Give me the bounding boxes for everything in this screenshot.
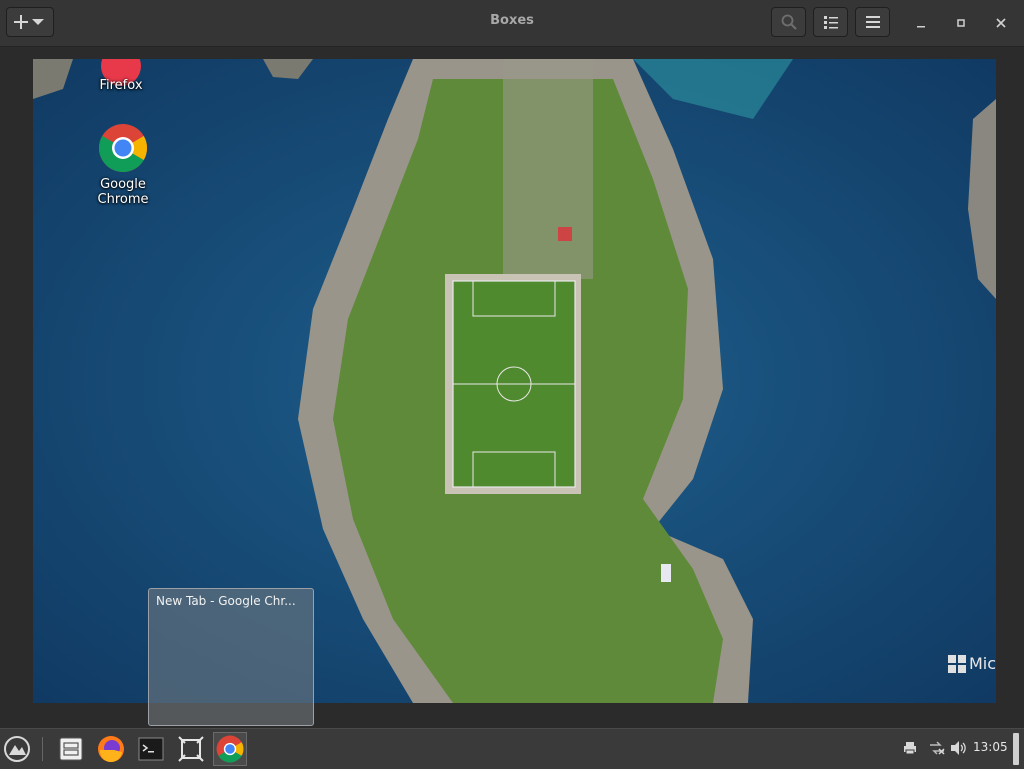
volume-icon <box>951 741 966 755</box>
minimize-button[interactable] <box>911 13 931 33</box>
maximize-button[interactable] <box>951 13 971 33</box>
show-desktop-button[interactable] <box>1013 733 1019 765</box>
start-menu-button[interactable] <box>0 732 34 766</box>
watermark-text: Mic <box>968 654 996 673</box>
boxes-icon <box>178 736 204 762</box>
taskbar-files[interactable] <box>54 732 88 766</box>
taskbar-boxes[interactable] <box>174 732 208 766</box>
taskbar-firefox[interactable] <box>94 732 128 766</box>
files-icon <box>59 737 83 761</box>
window-titlebar: Boxes <box>0 0 1024 47</box>
menu-button[interactable] <box>855 7 890 37</box>
list-view-icon <box>823 16 838 29</box>
desktop-icon-label: Google Chrome <box>97 177 149 207</box>
chrome-icon <box>98 124 148 173</box>
chrome-icon <box>216 735 244 763</box>
preview-title: New Tab - Google Chr... <box>156 594 296 608</box>
hamburger-menu-icon <box>865 16 880 28</box>
taskbar-chrome[interactable] <box>213 732 247 766</box>
printer-icon <box>904 742 916 755</box>
window-preview[interactable]: New Tab - Google Chr... <box>148 588 314 726</box>
watermark: Mic <box>947 654 996 673</box>
taskbar-separator <box>42 737 43 761</box>
tray-network[interactable] <box>928 739 946 757</box>
desktop-icon-label: Firefox <box>99 78 143 93</box>
clock[interactable]: 13:05 <box>973 740 1008 754</box>
zorin-logo-icon <box>4 736 30 762</box>
list-view-button[interactable] <box>813 7 848 37</box>
search-button[interactable] <box>771 7 806 37</box>
minimize-icon <box>917 26 925 28</box>
windows-logo-icon <box>947 654 966 673</box>
network-icon <box>930 741 945 755</box>
close-icon <box>996 18 1006 28</box>
maximize-icon <box>957 19 965 27</box>
firefox-icon <box>98 736 124 763</box>
terminal-icon <box>138 737 164 761</box>
desktop-icon-google-chrome[interactable]: Google Chrome <box>73 123 173 207</box>
tray-volume[interactable] <box>950 739 968 757</box>
close-button[interactable] <box>991 13 1011 33</box>
taskbar-terminal[interactable] <box>134 732 168 766</box>
tray-printer[interactable] <box>901 739 919 757</box>
taskbar: 13:05 <box>0 728 1024 769</box>
desktop-icon-firefox[interactable]: Firefox <box>91 59 151 93</box>
search-icon <box>781 14 797 30</box>
